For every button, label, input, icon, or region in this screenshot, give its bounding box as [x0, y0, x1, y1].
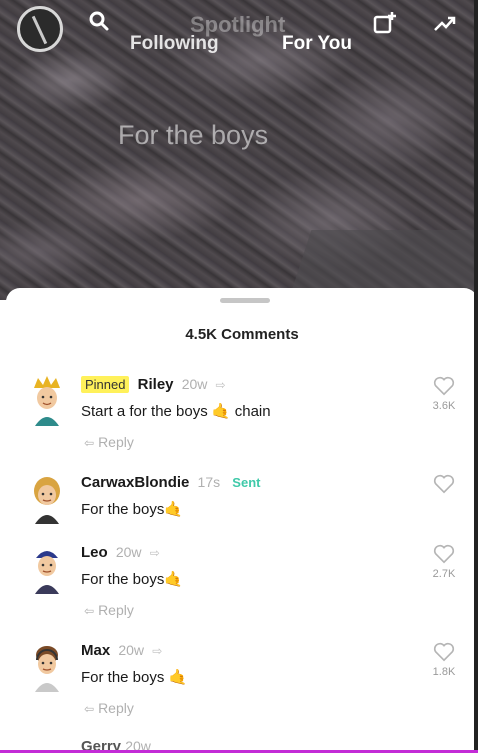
- reply-icon: ⇦: [84, 702, 95, 716]
- reply-button[interactable]: ⇦ Reply: [84, 434, 134, 450]
- video-caption: For the boys: [118, 120, 269, 150]
- comment-text: For the boys🤙: [81, 501, 184, 518]
- comment-text: For the boys 🤙: [81, 669, 188, 686]
- avatar[interactable]: [28, 544, 66, 594]
- reply-label: Reply: [98, 602, 134, 618]
- comments-count-title: 4.5K Comments: [185, 326, 299, 343]
- reply-button[interactable]: ⇦ Reply: [84, 700, 134, 716]
- heart-icon: [433, 376, 455, 396]
- comment-author[interactable]: Max: [81, 642, 110, 659]
- comment-author[interactable]: Leo: [81, 544, 108, 561]
- avatar[interactable]: [28, 474, 66, 524]
- add-story-icon[interactable]: [372, 10, 398, 36]
- comment-header: CarwaxBlondie 17s Sent: [81, 474, 260, 491]
- heart-icon: [433, 642, 455, 662]
- pinned-badge: Pinned: [81, 376, 130, 393]
- like-count: 2.7K: [432, 568, 456, 580]
- reply-icon: ⇦: [84, 604, 95, 618]
- reply-arrow-icon: ⇨: [215, 378, 226, 392]
- comment-text: Start a for the boys 🤙 chain: [81, 403, 271, 420]
- comment-time: 17s: [197, 474, 221, 490]
- tab-following[interactable]: Following: [130, 33, 219, 55]
- search-icon[interactable]: [88, 10, 114, 36]
- like-button[interactable]: [422, 474, 466, 498]
- reply-icon: ⇦: [84, 436, 95, 450]
- comment-header: Pinned Riley 20w ⇨: [81, 376, 226, 393]
- avatar[interactable]: [28, 376, 66, 426]
- comments-sheet: 4.5K Comments Pinned Riley 20w ⇨ Start a…: [6, 288, 478, 753]
- comment-header: Leo 20w ⇨: [81, 544, 160, 561]
- comment-author[interactable]: Riley: [138, 376, 174, 393]
- reply-arrow-icon: ⇨: [149, 546, 160, 560]
- like-count: 3.6K: [432, 400, 456, 412]
- reply-label: Reply: [98, 700, 134, 716]
- reply-arrow-icon: ⇨: [152, 644, 163, 658]
- comment-time: 20w: [181, 376, 208, 392]
- comment-time: 20w: [115, 544, 142, 560]
- profile-avatar[interactable]: [17, 6, 63, 52]
- video-background[interactable]: Spotlight Following For You For the boys: [0, 0, 478, 300]
- comment-text: For the boys🤙: [81, 571, 184, 588]
- heart-icon: [433, 544, 455, 564]
- sent-status: Sent: [232, 475, 261, 490]
- like-button[interactable]: 2.7K: [422, 544, 466, 580]
- heart-icon: [433, 474, 455, 494]
- reply-button[interactable]: ⇦ Reply: [84, 602, 134, 618]
- comment-author[interactable]: CarwaxBlondie: [81, 474, 189, 491]
- like-count: 1.8K: [432, 666, 456, 678]
- comment-time: 20w: [118, 642, 145, 658]
- drag-handle[interactable]: [220, 298, 270, 303]
- screen-edge: [474, 0, 478, 753]
- like-button[interactable]: 1.8K: [422, 642, 466, 678]
- like-button[interactable]: 3.6K: [422, 376, 466, 412]
- trending-icon[interactable]: [432, 10, 458, 36]
- avatar[interactable]: [28, 642, 66, 692]
- reply-label: Reply: [98, 434, 134, 450]
- comment-header: Max 20w ⇨: [81, 642, 162, 659]
- tab-for-you[interactable]: For You: [282, 33, 352, 55]
